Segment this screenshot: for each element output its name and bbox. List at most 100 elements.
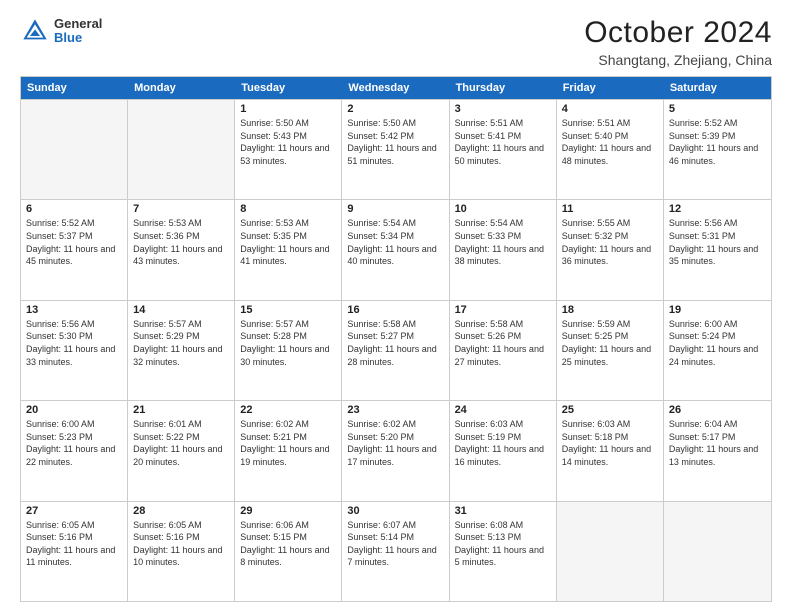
sun-info: Sunrise: 5:57 AM Sunset: 5:29 PM Dayligh… [133,318,229,368]
day-number: 4 [562,103,658,115]
sun-info: Sunrise: 5:59 AM Sunset: 5:25 PM Dayligh… [562,318,658,368]
day-number: 16 [347,304,443,316]
calendar-cell: 9 Sunrise: 5:54 AM Sunset: 5:34 PM Daylig… [342,200,449,299]
sun-info: Sunrise: 6:05 AM Sunset: 5:16 PM Dayligh… [133,519,229,569]
calendar-cell: 29Sunrise: 6:06 AM Sunset: 5:15 PM Dayli… [235,502,342,601]
calendar-cell: 28 Sunrise: 6:05 AM Sunset: 5:16 PM Dayli… [128,502,235,601]
calendar-cell: 8 Sunrise: 5:53 AM Sunset: 5:35 PM Daylig… [235,200,342,299]
calendar-cell: 4 Sunrise: 5:51 AM Sunset: 5:40 PM Daylig… [557,100,664,199]
day-number: 27 [26,505,122,517]
weekday-header: Thursday [450,77,557,99]
weekday-header: Tuesday [235,77,342,99]
sun-info: Sunrise: 5:54 AM Sunset: 5:34 PM Dayligh… [347,217,443,267]
calendar-cell: 25 Sunrise: 6:03 AM Sunset: 5:18 PM Dayli… [557,401,664,500]
calendar-cell: 7 Sunrise: 5:53 AM Sunset: 5:36 PM Daylig… [128,200,235,299]
day-number: 21 [133,404,229,416]
logo-icon [20,16,50,46]
day-number: 12 [669,203,766,215]
day-number: 11 [562,203,658,215]
calendar-cell [664,502,771,601]
weekday-header: Wednesday [342,77,449,99]
calendar-cell: 12 Sunrise: 5:56 AM Sunset: 5:31 PM Dayli… [664,200,771,299]
weekday-header: Friday [557,77,664,99]
sun-info: Sunrise: 6:01 AM Sunset: 5:22 PM Dayligh… [133,418,229,468]
day-number: 26 [669,404,766,416]
day-number: 1 [240,103,336,115]
sun-info: Sunrise: 5:55 AM Sunset: 5:32 PM Dayligh… [562,217,658,267]
page: General Blue October 2024 Shangtang, Zhe… [0,0,792,612]
sun-info: Sunrise: 6:03 AM Sunset: 5:18 PM Dayligh… [562,418,658,468]
header: General Blue October 2024 Shangtang, Zhe… [20,16,772,68]
day-number: 7 [133,203,229,215]
calendar-cell: 10Sunrise: 5:54 AM Sunset: 5:33 PM Dayli… [450,200,557,299]
sun-info: Sunrise: 5:51 AM Sunset: 5:41 PM Dayligh… [455,117,551,167]
day-number: 20 [26,404,122,416]
sun-info: Sunrise: 5:50 AM Sunset: 5:43 PM Dayligh… [240,117,336,167]
calendar-row: 6Sunrise: 5:52 AM Sunset: 5:37 PM Daylig… [21,199,771,299]
day-number: 24 [455,404,551,416]
sun-info: Sunrise: 5:53 AM Sunset: 5:35 PM Dayligh… [240,217,336,267]
calendar-row: 1 Sunrise: 5:50 AM Sunset: 5:43 PM Daylig… [21,99,771,199]
sun-info: Sunrise: 6:05 AM Sunset: 5:16 PM Dayligh… [26,519,122,569]
day-number: 9 [347,203,443,215]
calendar-cell: 30Sunrise: 6:07 AM Sunset: 5:14 PM Dayli… [342,502,449,601]
calendar-cell: 13Sunrise: 5:56 AM Sunset: 5:30 PM Dayli… [21,301,128,400]
calendar-cell: 19Sunrise: 6:00 AM Sunset: 5:24 PM Dayli… [664,301,771,400]
calendar-cell: 26 Sunrise: 6:04 AM Sunset: 5:17 PM Dayli… [664,401,771,500]
calendar-cell [557,502,664,601]
day-number: 23 [347,404,443,416]
calendar-row: 13Sunrise: 5:56 AM Sunset: 5:30 PM Dayli… [21,300,771,400]
sun-info: Sunrise: 6:00 AM Sunset: 5:23 PM Dayligh… [26,418,122,468]
month-title: October 2024 [584,16,772,50]
sun-info: Sunrise: 6:00 AM Sunset: 5:24 PM Dayligh… [669,318,766,368]
day-number: 31 [455,505,551,517]
day-number: 10 [455,203,551,215]
logo-text: General Blue [54,17,102,46]
calendar-cell: 2Sunrise: 5:50 AM Sunset: 5:42 PM Daylig… [342,100,449,199]
calendar-cell: 5 Sunrise: 5:52 AM Sunset: 5:39 PM Daylig… [664,100,771,199]
sun-info: Sunrise: 6:03 AM Sunset: 5:19 PM Dayligh… [455,418,551,468]
sun-info: Sunrise: 5:51 AM Sunset: 5:40 PM Dayligh… [562,117,658,167]
weekday-header: Monday [128,77,235,99]
day-number: 25 [562,404,658,416]
calendar-cell: 16 Sunrise: 5:58 AM Sunset: 5:27 PM Dayli… [342,301,449,400]
weekday-header: Saturday [664,77,771,99]
weekday-header: Sunday [21,77,128,99]
sun-info: Sunrise: 6:02 AM Sunset: 5:21 PM Dayligh… [240,418,336,468]
sun-info: Sunrise: 6:04 AM Sunset: 5:17 PM Dayligh… [669,418,766,468]
calendar-cell [128,100,235,199]
day-number: 8 [240,203,336,215]
calendar-cell: 20 Sunrise: 6:00 AM Sunset: 5:23 PM Dayli… [21,401,128,500]
sun-info: Sunrise: 5:58 AM Sunset: 5:26 PM Dayligh… [455,318,551,368]
calendar-cell: 6Sunrise: 5:52 AM Sunset: 5:37 PM Daylig… [21,200,128,299]
calendar-header: SundayMondayTuesdayWednesdayThursdayFrid… [21,77,771,99]
day-number: 5 [669,103,766,115]
sun-info: Sunrise: 6:08 AM Sunset: 5:13 PM Dayligh… [455,519,551,569]
calendar-cell: 18Sunrise: 5:59 AM Sunset: 5:25 PM Dayli… [557,301,664,400]
sun-info: Sunrise: 6:06 AM Sunset: 5:15 PM Dayligh… [240,519,336,569]
calendar-cell: 1 Sunrise: 5:50 AM Sunset: 5:43 PM Daylig… [235,100,342,199]
day-number: 14 [133,304,229,316]
location: Shangtang, Zhejiang, China [584,52,772,68]
day-number: 6 [26,203,122,215]
calendar-body: 1 Sunrise: 5:50 AM Sunset: 5:43 PM Daylig… [21,99,771,601]
calendar-cell: 11 Sunrise: 5:55 AM Sunset: 5:32 PM Dayli… [557,200,664,299]
day-number: 17 [455,304,551,316]
logo-blue: Blue [54,31,102,45]
logo: General Blue [20,16,102,46]
sun-info: Sunrise: 5:56 AM Sunset: 5:31 PM Dayligh… [669,217,766,267]
day-number: 22 [240,404,336,416]
calendar-row: 27 Sunrise: 6:05 AM Sunset: 5:16 PM Dayli… [21,501,771,601]
calendar-cell: 15Sunrise: 5:57 AM Sunset: 5:28 PM Dayli… [235,301,342,400]
calendar-cell: 21 Sunrise: 6:01 AM Sunset: 5:22 PM Dayli… [128,401,235,500]
day-number: 3 [455,103,551,115]
sun-info: Sunrise: 5:53 AM Sunset: 5:36 PM Dayligh… [133,217,229,267]
sun-info: Sunrise: 6:02 AM Sunset: 5:20 PM Dayligh… [347,418,443,468]
day-number: 2 [347,103,443,115]
day-number: 30 [347,505,443,517]
day-number: 28 [133,505,229,517]
calendar-cell: 3 Sunrise: 5:51 AM Sunset: 5:41 PM Daylig… [450,100,557,199]
sun-info: Sunrise: 5:52 AM Sunset: 5:39 PM Dayligh… [669,117,766,167]
sun-info: Sunrise: 5:58 AM Sunset: 5:27 PM Dayligh… [347,318,443,368]
calendar-cell: 23 Sunrise: 6:02 AM Sunset: 5:20 PM Dayli… [342,401,449,500]
